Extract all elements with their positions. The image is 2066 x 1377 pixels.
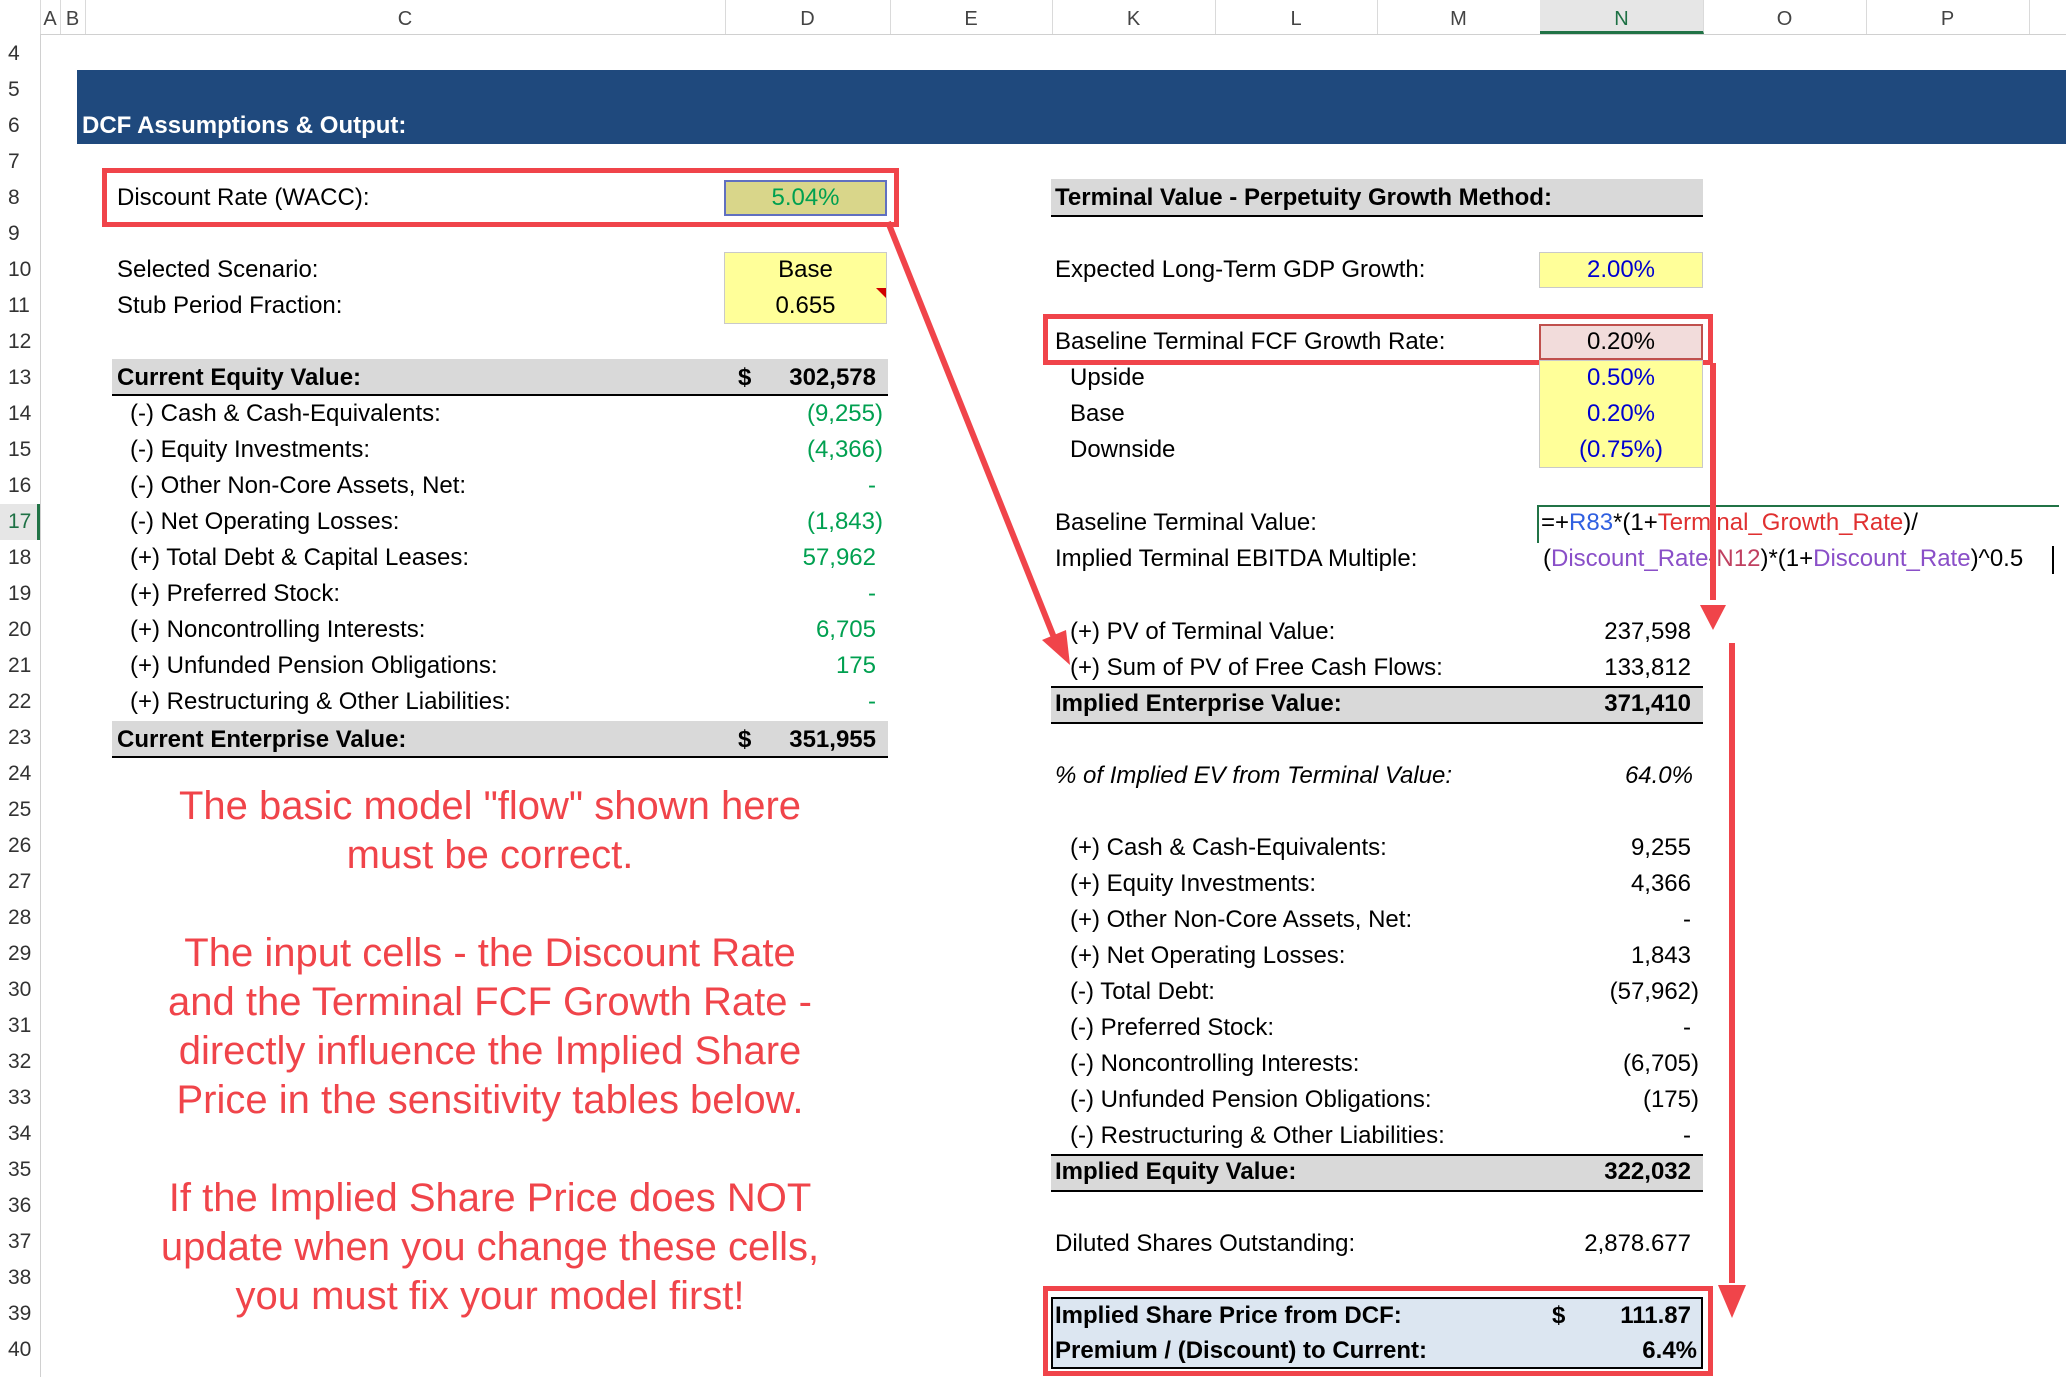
annotation-arrows	[885, 220, 1746, 1318]
arrow-head-icon	[1700, 605, 1726, 630]
arrow-head-icon	[1718, 1285, 1746, 1318]
arrow-discount-to-pv	[885, 220, 1060, 647]
arrow-head-icon	[1042, 630, 1070, 665]
